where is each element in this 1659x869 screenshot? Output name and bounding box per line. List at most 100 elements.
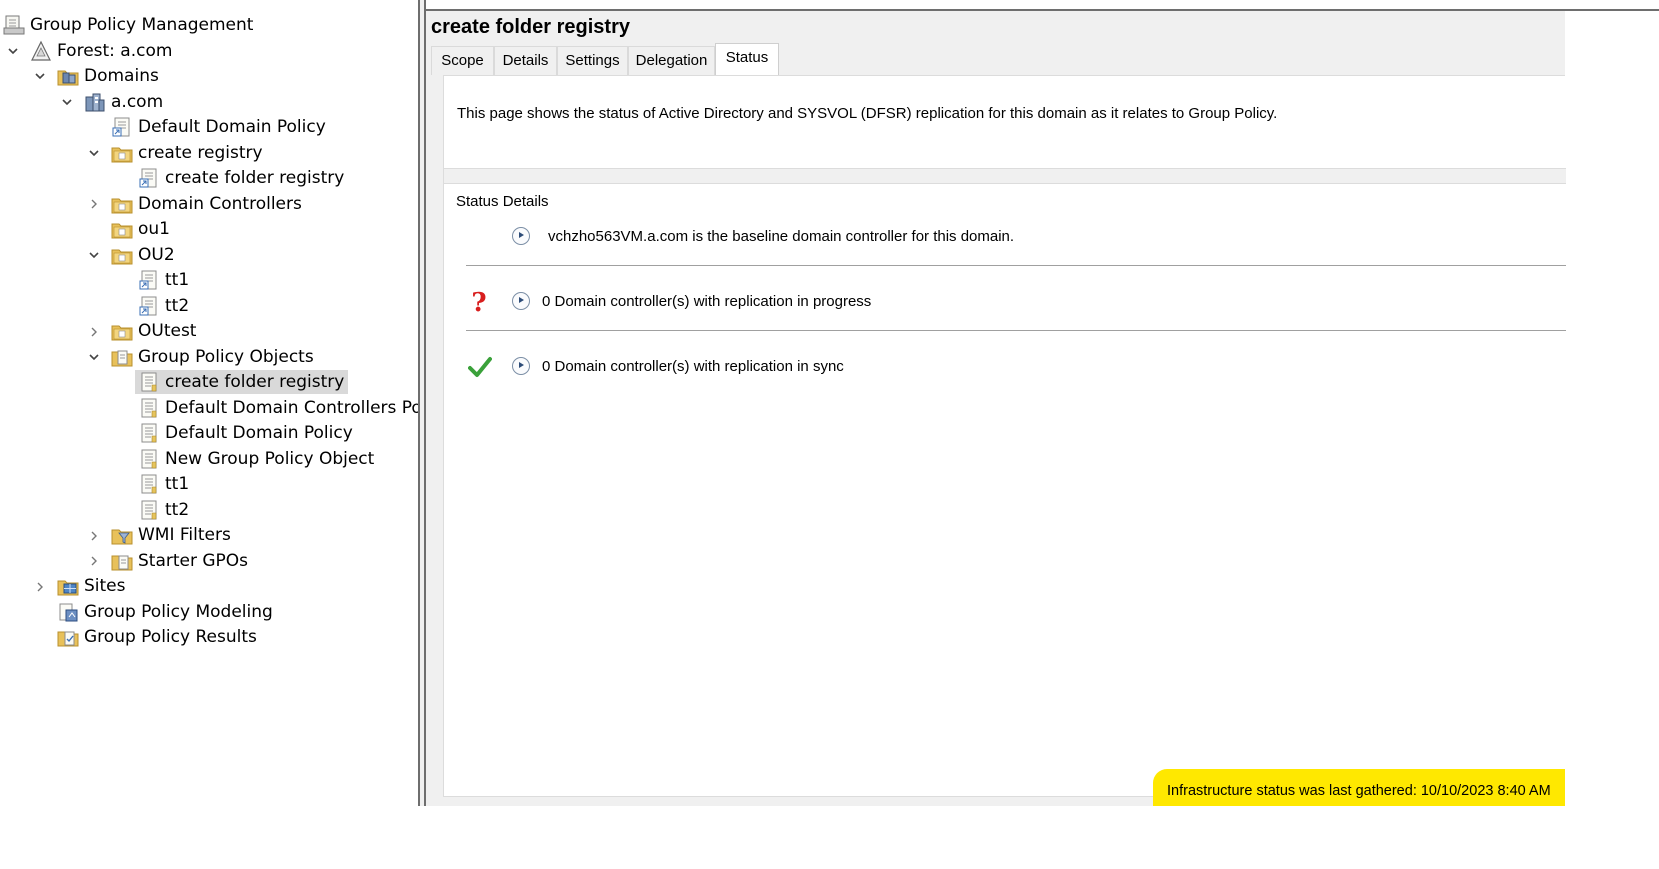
ou-folder-icon: [111, 244, 133, 266]
tree-node-create-registry[interactable]: create registry: [111, 141, 263, 165]
ou-folder-icon: [111, 320, 133, 342]
tree-label: Starter GPOs: [138, 551, 249, 571]
status-description: This page shows the status of Active Dir…: [457, 105, 1278, 122]
ou-folder-icon: [111, 142, 133, 164]
gpo-link-icon: [138, 167, 160, 189]
tree-node-gpo[interactable]: create folder registry: [135, 370, 349, 394]
sites-folder-icon: [57, 580, 79, 596]
tree-node-modeling[interactable]: Group Policy Modeling: [57, 600, 273, 624]
tree-node-tt2-link[interactable]: tt2: [138, 294, 189, 318]
page-title: create folder registry: [431, 16, 630, 38]
gpo-link-icon: [111, 116, 133, 138]
question-mark-icon: ?: [471, 289, 486, 315]
row-divider: [466, 265, 1566, 266]
gpo-link-icon: [138, 295, 160, 317]
chevron-down-icon[interactable]: [88, 249, 100, 261]
infrastructure-status-text: Infrastructure status was last gathered:…: [1167, 783, 1551, 799]
starter-gpo-folder-icon: [111, 555, 133, 571]
tree-node-forest[interactable]: Forest: a.com: [30, 39, 172, 63]
tree-node-gpo[interactable]: New Group Policy Object: [138, 447, 374, 471]
tree-node-gpo[interactable]: Default Domain Controllers Policy: [138, 396, 451, 420]
gpo-icon: [138, 397, 160, 419]
tree-node-starter-gpos[interactable]: Starter GPOs: [111, 549, 248, 573]
chevron-right-icon[interactable]: [88, 530, 100, 542]
tab-status[interactable]: Status: [715, 43, 779, 76]
gpo-link-icon: [138, 269, 160, 291]
tree-label: tt1: [165, 270, 190, 290]
chevron-down-icon[interactable]: [34, 70, 46, 82]
tree-node-results[interactable]: Group Policy Results: [57, 625, 257, 649]
ou-folder-icon: [111, 218, 133, 240]
tree-node-group-policy-objects[interactable]: Group Policy Objects: [111, 345, 314, 369]
tree-node-tt1-link[interactable]: tt1: [138, 268, 189, 292]
chevron-right-icon[interactable]: [34, 581, 46, 593]
domain-icon: [85, 93, 105, 112]
tree-node-domain-controllers[interactable]: Domain Controllers: [111, 192, 302, 216]
tree-label: tt1: [165, 474, 190, 494]
tree-label: Default Domain Controllers Policy: [165, 398, 451, 418]
tab-scope[interactable]: Scope: [431, 46, 494, 75]
gpo-icon: [138, 448, 160, 470]
ou-folder-icon: [111, 193, 133, 215]
pane-splitter[interactable]: [418, 0, 426, 806]
tree-label: Forest: a.com: [57, 41, 173, 61]
tab-delegation[interactable]: Delegation: [628, 46, 715, 75]
gpo-container-icon: [111, 350, 133, 367]
chevron-right-icon[interactable]: [88, 326, 100, 338]
chevron-down-icon[interactable]: [88, 147, 100, 159]
expand-baseline-icon[interactable]: [512, 227, 530, 245]
tree-node-sites[interactable]: Sites: [57, 574, 126, 598]
in-sync-text: 0 Domain controller(s) with replication …: [542, 358, 844, 375]
tree-node-gpo[interactable]: tt2: [138, 498, 189, 522]
tree-label: Domains: [84, 66, 159, 86]
details-pane: create folder registry Scope Details Set…: [426, 11, 1566, 806]
baseline-text: vchzho563VM.a.com is the baseline domain…: [548, 228, 1015, 245]
tree-label: Group Policy Results: [84, 627, 257, 647]
tree-label: WMI Filters: [138, 525, 231, 545]
gpo-icon: [138, 499, 160, 521]
row-divider: [466, 330, 1566, 331]
expand-in-sync-icon[interactable]: [512, 357, 530, 375]
gpo-icon: [138, 371, 160, 393]
tree-node-ou1[interactable]: ou1: [111, 217, 170, 241]
check-icon: [468, 357, 492, 377]
expand-in-progress-icon[interactable]: [512, 292, 530, 310]
tree-node-outest[interactable]: OUtest: [111, 319, 196, 343]
tree-node-root[interactable]: Group Policy Management: [3, 13, 253, 37]
tree-label: ou1: [138, 219, 170, 239]
svg-text:?: ?: [471, 289, 486, 315]
chevron-down-icon[interactable]: [61, 96, 73, 108]
chevron-right-icon[interactable]: [88, 555, 100, 567]
forest-icon: [31, 40, 51, 61]
tree-label: a.com: [111, 92, 164, 112]
gpo-icon: [138, 422, 160, 444]
infrastructure-status-bar: Infrastructure status was last gathered:…: [1153, 769, 1565, 806]
status-panel: This page shows the status of Active Dir…: [443, 75, 1566, 797]
tree-label: create folder registry: [165, 168, 345, 188]
tree-node-domain[interactable]: a.com: [84, 90, 163, 114]
tree-node-default-domain-policy-link[interactable]: Default Domain Policy: [111, 115, 326, 139]
chevron-down-icon[interactable]: [88, 351, 100, 363]
chevron-down-icon[interactable]: [7, 45, 19, 57]
in-progress-text: 0 Domain controller(s) with replication …: [542, 293, 872, 310]
tree-node-gpo[interactable]: Default Domain Policy: [138, 421, 353, 445]
modeling-icon: [59, 603, 78, 622]
tab-details[interactable]: Details: [494, 46, 557, 75]
tree-label: Default Domain Policy: [138, 117, 326, 137]
section-divider: [444, 168, 1566, 184]
tree-label: Group Policy Modeling: [84, 602, 273, 622]
tree-label: create registry: [138, 143, 263, 163]
gpo-icon: [138, 473, 160, 495]
tab-settings[interactable]: Settings: [557, 46, 628, 75]
tree-node-wmi-filters[interactable]: WMI Filters: [111, 523, 231, 547]
tree-node-domains[interactable]: Domains: [57, 64, 159, 88]
chevron-right-icon[interactable]: [88, 198, 100, 210]
tree-label: Group Policy Management: [30, 15, 254, 35]
tree-label: Domain Controllers: [138, 194, 302, 214]
domains-folder-icon: [57, 70, 79, 86]
tree-node-ou2[interactable]: OU2: [111, 243, 175, 267]
tree-node-create-folder-registry-link[interactable]: create folder registry: [138, 166, 344, 190]
tree-label: New Group Policy Object: [165, 449, 375, 469]
tree-label: OUtest: [138, 321, 197, 341]
tree-node-gpo[interactable]: tt1: [138, 472, 189, 496]
